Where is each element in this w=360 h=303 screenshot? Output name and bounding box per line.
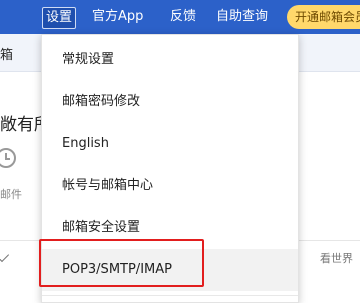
clock-icon[interactable] [0,148,16,168]
secondary-bar-text[interactable]: 箱 [0,44,13,63]
vip-upgrade-button[interactable]: 开通邮箱会员 [287,5,360,29]
nav-official-app[interactable]: 官方App [92,0,143,34]
menu-item-pop3-smtp-imap[interactable]: POP3/SMTP/IMAP [42,249,298,291]
chevron-down-icon[interactable] [0,247,10,263]
menu-item-change-password[interactable]: 邮箱密码修改 [42,81,298,123]
menu-item-english[interactable]: English [42,123,298,165]
top-nav-bar: 设置 官方App 反馈 自助查询 开通邮箱会员 [0,0,360,34]
nav-settings-label: 设置 [41,7,76,29]
settings-dropdown-menu: 常规设置 邮箱密码修改 English 帐号与邮箱中心 邮箱安全设置 POP3/… [41,34,299,303]
menu-item-security-settings[interactable]: 邮箱安全设置 [42,207,298,249]
menu-item-account-center[interactable]: 帐号与邮箱中心 [42,165,298,207]
menu-item-general-settings[interactable]: 常规设置 [42,39,298,81]
mail-label: 邮件 [0,188,22,201]
nav-self-help[interactable]: 自助查询 [216,0,268,34]
nav-feedback[interactable]: 反馈 [170,0,196,34]
world-link[interactable]: 看世界 [320,250,353,266]
menu-divider [42,295,298,296]
nav-settings[interactable]: 设置 [40,0,78,34]
